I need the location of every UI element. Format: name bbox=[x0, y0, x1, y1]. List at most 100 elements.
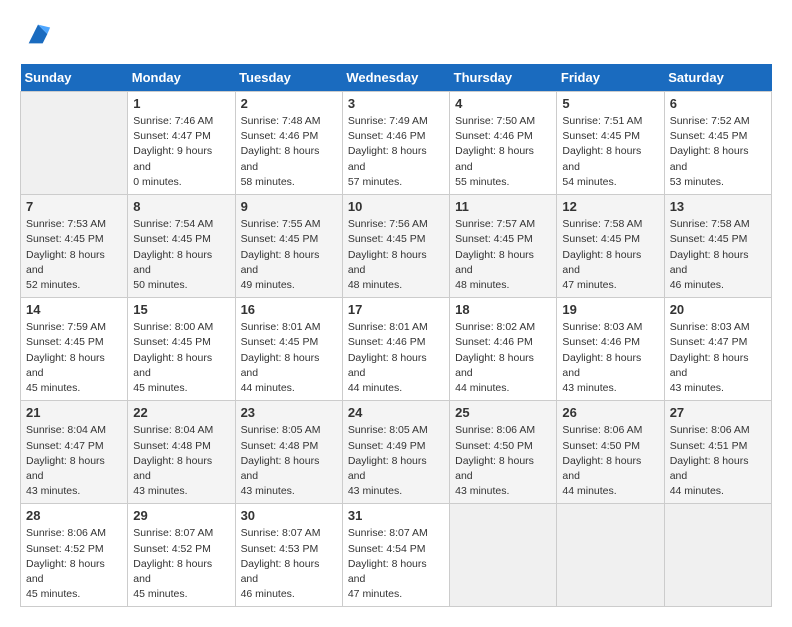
calendar-cell: 5Sunrise: 7:51 AMSunset: 4:45 PMDaylight… bbox=[557, 92, 664, 195]
day-info: Sunrise: 8:06 AMSunset: 4:52 PMDaylight:… bbox=[26, 526, 122, 602]
calendar-cell: 7 Sunrise: 7:53 AMSunset: 4:45 PMDaylight… bbox=[21, 195, 128, 298]
calendar-cell bbox=[557, 504, 664, 607]
day-info: Sunrise: 8:06 AMSunset: 4:51 PMDaylight:… bbox=[670, 423, 766, 499]
weekday-header: Saturday bbox=[664, 64, 771, 92]
calendar-cell: 3 Sunrise: 7:49 AMSunset: 4:46 PMDaylight… bbox=[342, 92, 449, 195]
day-number: 9 bbox=[241, 199, 337, 214]
day-number: 27 bbox=[670, 405, 766, 420]
day-number: 3 bbox=[348, 96, 444, 111]
calendar-cell: 29Sunrise: 8:07 AMSunset: 4:52 PMDayligh… bbox=[128, 504, 235, 607]
weekday-header: Sunday bbox=[21, 64, 128, 92]
calendar-cell: 8Sunrise: 7:54 AMSunset: 4:45 PMDaylight… bbox=[128, 195, 235, 298]
calendar-cell: 18 Sunrise: 8:02 AMSunset: 4:46 PMDayligh… bbox=[450, 298, 557, 401]
calendar-cell: 22 Sunrise: 8:04 AMSunset: 4:48 PMDayligh… bbox=[128, 401, 235, 504]
calendar-cell: 19 Sunrise: 8:03 AMSunset: 4:46 PMDayligh… bbox=[557, 298, 664, 401]
weekday-header: Monday bbox=[128, 64, 235, 92]
logo bbox=[20, 20, 52, 48]
calendar-cell bbox=[664, 504, 771, 607]
calendar-cell: 28Sunrise: 8:06 AMSunset: 4:52 PMDayligh… bbox=[21, 504, 128, 607]
day-info: Sunrise: 8:02 AMSunset: 4:46 PMDaylight:… bbox=[455, 320, 551, 396]
weekday-header: Tuesday bbox=[235, 64, 342, 92]
calendar-cell: 25Sunrise: 8:06 AMSunset: 4:50 PMDayligh… bbox=[450, 401, 557, 504]
day-info: Sunrise: 7:56 AMSunset: 4:45 PMDaylight:… bbox=[348, 217, 444, 293]
calendar-week-row: 21Sunrise: 8:04 AMSunset: 4:47 PMDayligh… bbox=[21, 401, 772, 504]
day-info: Sunrise: 8:07 AMSunset: 4:54 PMDaylight:… bbox=[348, 526, 444, 602]
calendar-cell: 17Sunrise: 8:01 AMSunset: 4:46 PMDayligh… bbox=[342, 298, 449, 401]
day-info: Sunrise: 8:05 AMSunset: 4:49 PMDaylight:… bbox=[348, 423, 444, 499]
day-info: Sunrise: 7:57 AMSunset: 4:45 PMDaylight:… bbox=[455, 217, 551, 293]
day-info: Sunrise: 8:06 AMSunset: 4:50 PMDaylight:… bbox=[455, 423, 551, 499]
day-info: Sunrise: 8:07 AMSunset: 4:52 PMDaylight:… bbox=[133, 526, 229, 602]
day-info: Sunrise: 7:58 AMSunset: 4:45 PMDaylight:… bbox=[562, 217, 658, 293]
day-number: 2 bbox=[241, 96, 337, 111]
day-info: Sunrise: 7:52 AMSunset: 4:45 PMDaylight:… bbox=[670, 114, 766, 190]
calendar-header: SundayMondayTuesdayWednesdayThursdayFrid… bbox=[21, 64, 772, 92]
day-info: Sunrise: 8:04 AMSunset: 4:48 PMDaylight:… bbox=[133, 423, 229, 499]
day-number: 4 bbox=[455, 96, 551, 111]
page-header bbox=[20, 20, 772, 48]
weekday-header: Thursday bbox=[450, 64, 557, 92]
calendar-table: SundayMondayTuesdayWednesdayThursdayFrid… bbox=[20, 64, 772, 607]
calendar-cell: 2 Sunrise: 7:48 AMSunset: 4:46 PMDaylight… bbox=[235, 92, 342, 195]
calendar-cell: 12 Sunrise: 7:58 AMSunset: 4:45 PMDayligh… bbox=[557, 195, 664, 298]
calendar-cell bbox=[450, 504, 557, 607]
day-info: Sunrise: 8:03 AMSunset: 4:47 PMDaylight:… bbox=[670, 320, 766, 396]
calendar-cell: 15 Sunrise: 8:00 AMSunset: 4:45 PMDayligh… bbox=[128, 298, 235, 401]
day-number: 24 bbox=[348, 405, 444, 420]
day-number: 26 bbox=[562, 405, 658, 420]
day-number: 13 bbox=[670, 199, 766, 214]
calendar-cell: 21Sunrise: 8:04 AMSunset: 4:47 PMDayligh… bbox=[21, 401, 128, 504]
calendar-cell: 11 Sunrise: 7:57 AMSunset: 4:45 PMDayligh… bbox=[450, 195, 557, 298]
calendar-cell: 1 Sunrise: 7:46 AMSunset: 4:47 PMDaylight… bbox=[128, 92, 235, 195]
day-info: Sunrise: 7:48 AMSunset: 4:46 PMDaylight:… bbox=[241, 114, 337, 190]
day-info: Sunrise: 8:01 AMSunset: 4:45 PMDaylight:… bbox=[241, 320, 337, 396]
day-number: 14 bbox=[26, 302, 122, 317]
calendar-cell: 20 Sunrise: 8:03 AMSunset: 4:47 PMDayligh… bbox=[664, 298, 771, 401]
calendar-cell: 23 Sunrise: 8:05 AMSunset: 4:48 PMDayligh… bbox=[235, 401, 342, 504]
day-number: 20 bbox=[670, 302, 766, 317]
day-number: 22 bbox=[133, 405, 229, 420]
day-number: 18 bbox=[455, 302, 551, 317]
day-info: Sunrise: 8:00 AMSunset: 4:45 PMDaylight:… bbox=[133, 320, 229, 396]
day-info: Sunrise: 7:50 AMSunset: 4:46 PMDaylight:… bbox=[455, 114, 551, 190]
day-info: Sunrise: 8:05 AMSunset: 4:48 PMDaylight:… bbox=[241, 423, 337, 499]
day-number: 21 bbox=[26, 405, 122, 420]
day-number: 19 bbox=[562, 302, 658, 317]
day-number: 1 bbox=[133, 96, 229, 111]
day-number: 23 bbox=[241, 405, 337, 420]
day-info: Sunrise: 8:01 AMSunset: 4:46 PMDaylight:… bbox=[348, 320, 444, 396]
day-info: Sunrise: 7:55 AMSunset: 4:45 PMDaylight:… bbox=[241, 217, 337, 293]
calendar-week-row: 14Sunrise: 7:59 AMSunset: 4:45 PMDayligh… bbox=[21, 298, 772, 401]
calendar-cell: 16 Sunrise: 8:01 AMSunset: 4:45 PMDayligh… bbox=[235, 298, 342, 401]
calendar-cell: 9 Sunrise: 7:55 AMSunset: 4:45 PMDaylight… bbox=[235, 195, 342, 298]
day-number: 10 bbox=[348, 199, 444, 214]
day-number: 31 bbox=[348, 508, 444, 523]
calendar-body: 1 Sunrise: 7:46 AMSunset: 4:47 PMDaylight… bbox=[21, 92, 772, 607]
weekday-header: Wednesday bbox=[342, 64, 449, 92]
day-number: 6 bbox=[670, 96, 766, 111]
calendar-cell: 30Sunrise: 8:07 AMSunset: 4:53 PMDayligh… bbox=[235, 504, 342, 607]
day-number: 15 bbox=[133, 302, 229, 317]
calendar-week-row: 28Sunrise: 8:06 AMSunset: 4:52 PMDayligh… bbox=[21, 504, 772, 607]
day-info: Sunrise: 7:49 AMSunset: 4:46 PMDaylight:… bbox=[348, 114, 444, 190]
day-info: Sunrise: 7:46 AMSunset: 4:47 PMDaylight:… bbox=[133, 114, 229, 190]
day-info: Sunrise: 8:06 AMSunset: 4:50 PMDaylight:… bbox=[562, 423, 658, 499]
calendar-cell: 14Sunrise: 7:59 AMSunset: 4:45 PMDayligh… bbox=[21, 298, 128, 401]
calendar-cell: 6 Sunrise: 7:52 AMSunset: 4:45 PMDaylight… bbox=[664, 92, 771, 195]
calendar-cell: 24 Sunrise: 8:05 AMSunset: 4:49 PMDayligh… bbox=[342, 401, 449, 504]
day-number: 16 bbox=[241, 302, 337, 317]
day-info: Sunrise: 7:58 AMSunset: 4:45 PMDaylight:… bbox=[670, 217, 766, 293]
calendar-cell: 27 Sunrise: 8:06 AMSunset: 4:51 PMDayligh… bbox=[664, 401, 771, 504]
day-number: 7 bbox=[26, 199, 122, 214]
day-info: Sunrise: 8:03 AMSunset: 4:46 PMDaylight:… bbox=[562, 320, 658, 396]
day-number: 11 bbox=[455, 199, 551, 214]
day-info: Sunrise: 7:53 AMSunset: 4:45 PMDaylight:… bbox=[26, 217, 122, 293]
logo-icon bbox=[24, 20, 52, 48]
day-number: 12 bbox=[562, 199, 658, 214]
calendar-cell: 26 Sunrise: 8:06 AMSunset: 4:50 PMDayligh… bbox=[557, 401, 664, 504]
calendar-cell: 13 Sunrise: 7:58 AMSunset: 4:45 PMDayligh… bbox=[664, 195, 771, 298]
calendar-cell: 10 Sunrise: 7:56 AMSunset: 4:45 PMDayligh… bbox=[342, 195, 449, 298]
day-info: Sunrise: 8:07 AMSunset: 4:53 PMDaylight:… bbox=[241, 526, 337, 602]
weekday-row: SundayMondayTuesdayWednesdayThursdayFrid… bbox=[21, 64, 772, 92]
calendar-cell: 4 Sunrise: 7:50 AMSunset: 4:46 PMDaylight… bbox=[450, 92, 557, 195]
